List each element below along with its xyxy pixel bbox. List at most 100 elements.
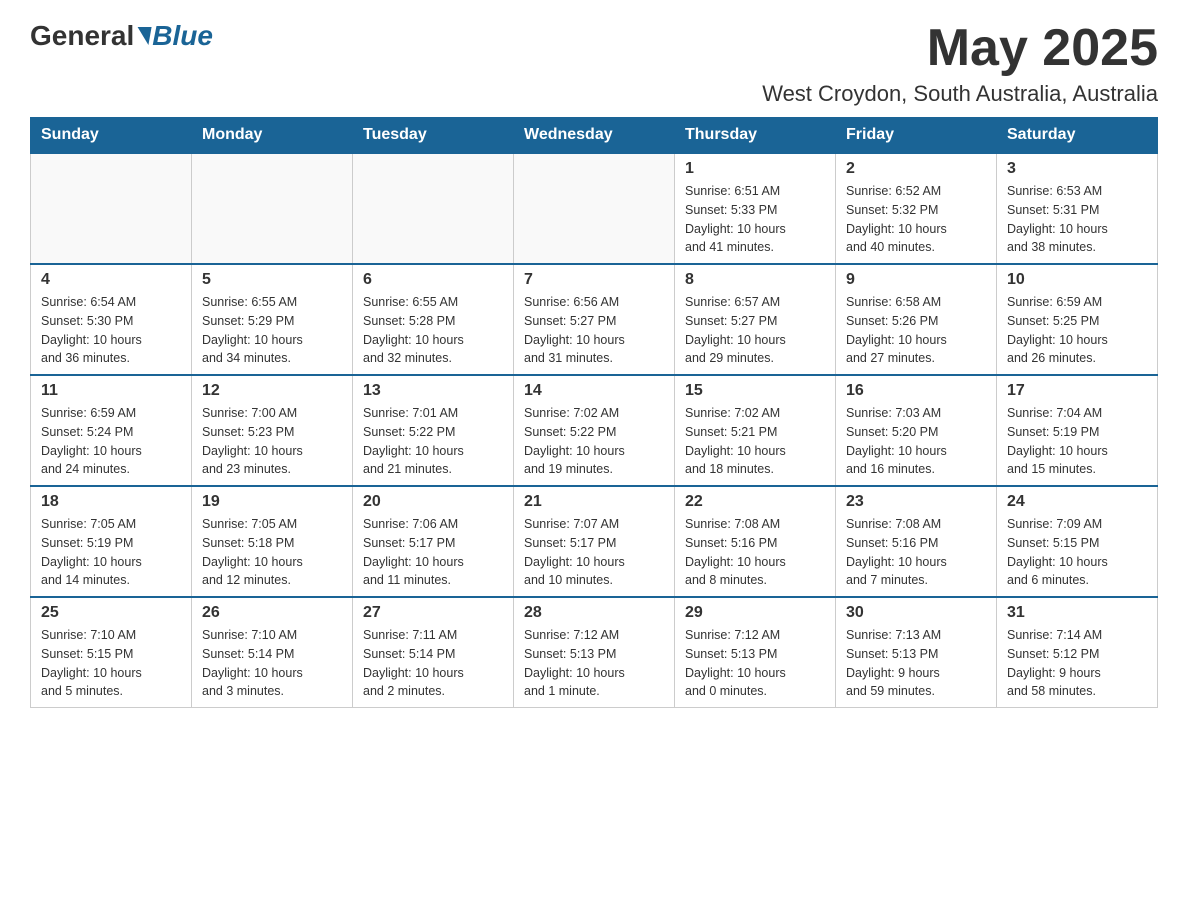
day-number: 7 [524,271,664,289]
calendar-cell: 16Sunrise: 7:03 AMSunset: 5:20 PMDayligh… [836,375,997,486]
day-number: 3 [1007,160,1147,178]
page-header: General Blue May 2025 West Croydon, Sout… [30,20,1158,107]
day-info: Sunrise: 6:54 AMSunset: 5:30 PMDaylight:… [41,293,181,368]
day-info: Sunrise: 6:52 AMSunset: 5:32 PMDaylight:… [846,182,986,257]
calendar-cell: 29 Sunrise: 7:12 AMSunset: 5:13 PMDayligh… [675,597,836,708]
day-info: Sunrise: 7:12 AMSunset: 5:13 PMDaylight:… [685,626,825,701]
day-of-week-header: Friday [836,118,997,154]
day-info: Sunrise: 6:56 AMSunset: 5:27 PMDaylight:… [524,293,664,368]
day-number: 27 [363,604,503,622]
calendar-cell: 11 Sunrise: 6:59 AMSunset: 5:24 PMDayligh… [31,375,192,486]
calendar-cell: 12Sunrise: 7:00 AMSunset: 5:23 PMDayligh… [192,375,353,486]
calendar-week-row: 1 Sunrise: 6:51 AMSunset: 5:33 PMDaylight… [31,153,1158,264]
calendar-table: SundayMondayTuesdayWednesdayThursdayFrid… [30,117,1158,708]
day-info: Sunrise: 7:06 AMSunset: 5:17 PMDaylight:… [363,515,503,590]
calendar-cell: 9 Sunrise: 6:58 AMSunset: 5:26 PMDaylight… [836,264,997,375]
calendar-cell: 17Sunrise: 7:04 AMSunset: 5:19 PMDayligh… [997,375,1158,486]
calendar-cell: 21 Sunrise: 7:07 AMSunset: 5:17 PMDayligh… [514,486,675,597]
day-number: 12 [202,382,342,400]
calendar-cell: 25 Sunrise: 7:10 AMSunset: 5:15 PMDayligh… [31,597,192,708]
day-info: Sunrise: 7:10 AMSunset: 5:15 PMDaylight:… [41,626,181,701]
day-info: Sunrise: 7:04 AMSunset: 5:19 PMDaylight:… [1007,404,1147,479]
calendar-cell [514,153,675,264]
day-number: 20 [363,493,503,511]
calendar-cell: 28Sunrise: 7:12 AMSunset: 5:13 PMDayligh… [514,597,675,708]
location-title: West Croydon, South Australia, Australia [762,81,1158,107]
calendar-cell: 18 Sunrise: 7:05 AMSunset: 5:19 PMDayligh… [31,486,192,597]
day-number: 1 [685,160,825,178]
calendar-cell: 1 Sunrise: 6:51 AMSunset: 5:33 PMDaylight… [675,153,836,264]
day-number: 29 [685,604,825,622]
day-of-week-header: Sunday [31,118,192,154]
calendar-cell [353,153,514,264]
calendar-cell: 13 Sunrise: 7:01 AMSunset: 5:22 PMDayligh… [353,375,514,486]
day-number: 24 [1007,493,1147,511]
day-number: 4 [41,271,181,289]
day-number: 9 [846,271,986,289]
day-number: 10 [1007,271,1147,289]
day-number: 31 [1007,604,1147,622]
day-info: Sunrise: 7:03 AMSunset: 5:20 PMDaylight:… [846,404,986,479]
day-info: Sunrise: 6:58 AMSunset: 5:26 PMDaylight:… [846,293,986,368]
logo-blue-text: Blue [152,20,213,52]
day-number: 11 [41,382,181,400]
day-info: Sunrise: 7:13 AMSunset: 5:13 PMDaylight:… [846,626,986,701]
calendar-cell: 14 Sunrise: 7:02 AMSunset: 5:22 PMDayligh… [514,375,675,486]
calendar-cell: 23 Sunrise: 7:08 AMSunset: 5:16 PMDayligh… [836,486,997,597]
calendar-cell: 30 Sunrise: 7:13 AMSunset: 5:13 PMDayligh… [836,597,997,708]
title-block: May 2025 West Croydon, South Australia, … [762,20,1158,107]
calendar-week-row: 4 Sunrise: 6:54 AMSunset: 5:30 PMDaylight… [31,264,1158,375]
calendar-cell: 5Sunrise: 6:55 AMSunset: 5:29 PMDaylight… [192,264,353,375]
day-info: Sunrise: 6:59 AMSunset: 5:24 PMDaylight:… [41,404,181,479]
day-number: 14 [524,382,664,400]
day-of-week-header: Monday [192,118,353,154]
calendar-cell: 22 Sunrise: 7:08 AMSunset: 5:16 PMDayligh… [675,486,836,597]
day-info: Sunrise: 7:02 AMSunset: 5:22 PMDaylight:… [524,404,664,479]
day-number: 22 [685,493,825,511]
day-info: Sunrise: 7:02 AMSunset: 5:21 PMDaylight:… [685,404,825,479]
calendar-week-row: 18 Sunrise: 7:05 AMSunset: 5:19 PMDayligh… [31,486,1158,597]
day-info: Sunrise: 7:08 AMSunset: 5:16 PMDaylight:… [685,515,825,590]
calendar-week-row: 11 Sunrise: 6:59 AMSunset: 5:24 PMDayligh… [31,375,1158,486]
day-info: Sunrise: 6:55 AMSunset: 5:28 PMDaylight:… [363,293,503,368]
day-number: 25 [41,604,181,622]
day-of-week-header: Thursday [675,118,836,154]
day-number: 15 [685,382,825,400]
day-info: Sunrise: 6:57 AMSunset: 5:27 PMDaylight:… [685,293,825,368]
calendar-cell: 6 Sunrise: 6:55 AMSunset: 5:28 PMDaylight… [353,264,514,375]
day-number: 2 [846,160,986,178]
calendar-cell: 3Sunrise: 6:53 AMSunset: 5:31 PMDaylight… [997,153,1158,264]
calendar-week-row: 25 Sunrise: 7:10 AMSunset: 5:15 PMDayligh… [31,597,1158,708]
day-number: 18 [41,493,181,511]
day-number: 28 [524,604,664,622]
calendar-cell [31,153,192,264]
calendar-cell: 4 Sunrise: 6:54 AMSunset: 5:30 PMDaylight… [31,264,192,375]
calendar-cell: 19Sunrise: 7:05 AMSunset: 5:18 PMDayligh… [192,486,353,597]
calendar-header: SundayMondayTuesdayWednesdayThursdayFrid… [31,118,1158,154]
day-info: Sunrise: 6:51 AMSunset: 5:33 PMDaylight:… [685,182,825,257]
day-number: 19 [202,493,342,511]
day-info: Sunrise: 7:08 AMSunset: 5:16 PMDaylight:… [846,515,986,590]
day-of-week-header: Wednesday [514,118,675,154]
day-number: 6 [363,271,503,289]
day-info: Sunrise: 7:07 AMSunset: 5:17 PMDaylight:… [524,515,664,590]
day-of-week-header: Saturday [997,118,1158,154]
day-info: Sunrise: 6:55 AMSunset: 5:29 PMDaylight:… [202,293,342,368]
day-info: Sunrise: 7:11 AMSunset: 5:14 PMDaylight:… [363,626,503,701]
calendar-cell: 20 Sunrise: 7:06 AMSunset: 5:17 PMDayligh… [353,486,514,597]
calendar-cell: 31Sunrise: 7:14 AMSunset: 5:12 PMDayligh… [997,597,1158,708]
day-number: 23 [846,493,986,511]
day-number: 8 [685,271,825,289]
logo: General Blue [30,20,213,52]
day-info: Sunrise: 6:59 AMSunset: 5:25 PMDaylight:… [1007,293,1147,368]
day-number: 21 [524,493,664,511]
calendar-cell: 8 Sunrise: 6:57 AMSunset: 5:27 PMDaylight… [675,264,836,375]
logo-arrow-icon [135,27,152,45]
day-info: Sunrise: 7:05 AMSunset: 5:19 PMDaylight:… [41,515,181,590]
day-info: Sunrise: 7:01 AMSunset: 5:22 PMDaylight:… [363,404,503,479]
day-info: Sunrise: 7:10 AMSunset: 5:14 PMDaylight:… [202,626,342,701]
calendar-cell: 10 Sunrise: 6:59 AMSunset: 5:25 PMDayligh… [997,264,1158,375]
day-number: 30 [846,604,986,622]
day-info: Sunrise: 7:09 AMSunset: 5:15 PMDaylight:… [1007,515,1147,590]
day-number: 13 [363,382,503,400]
